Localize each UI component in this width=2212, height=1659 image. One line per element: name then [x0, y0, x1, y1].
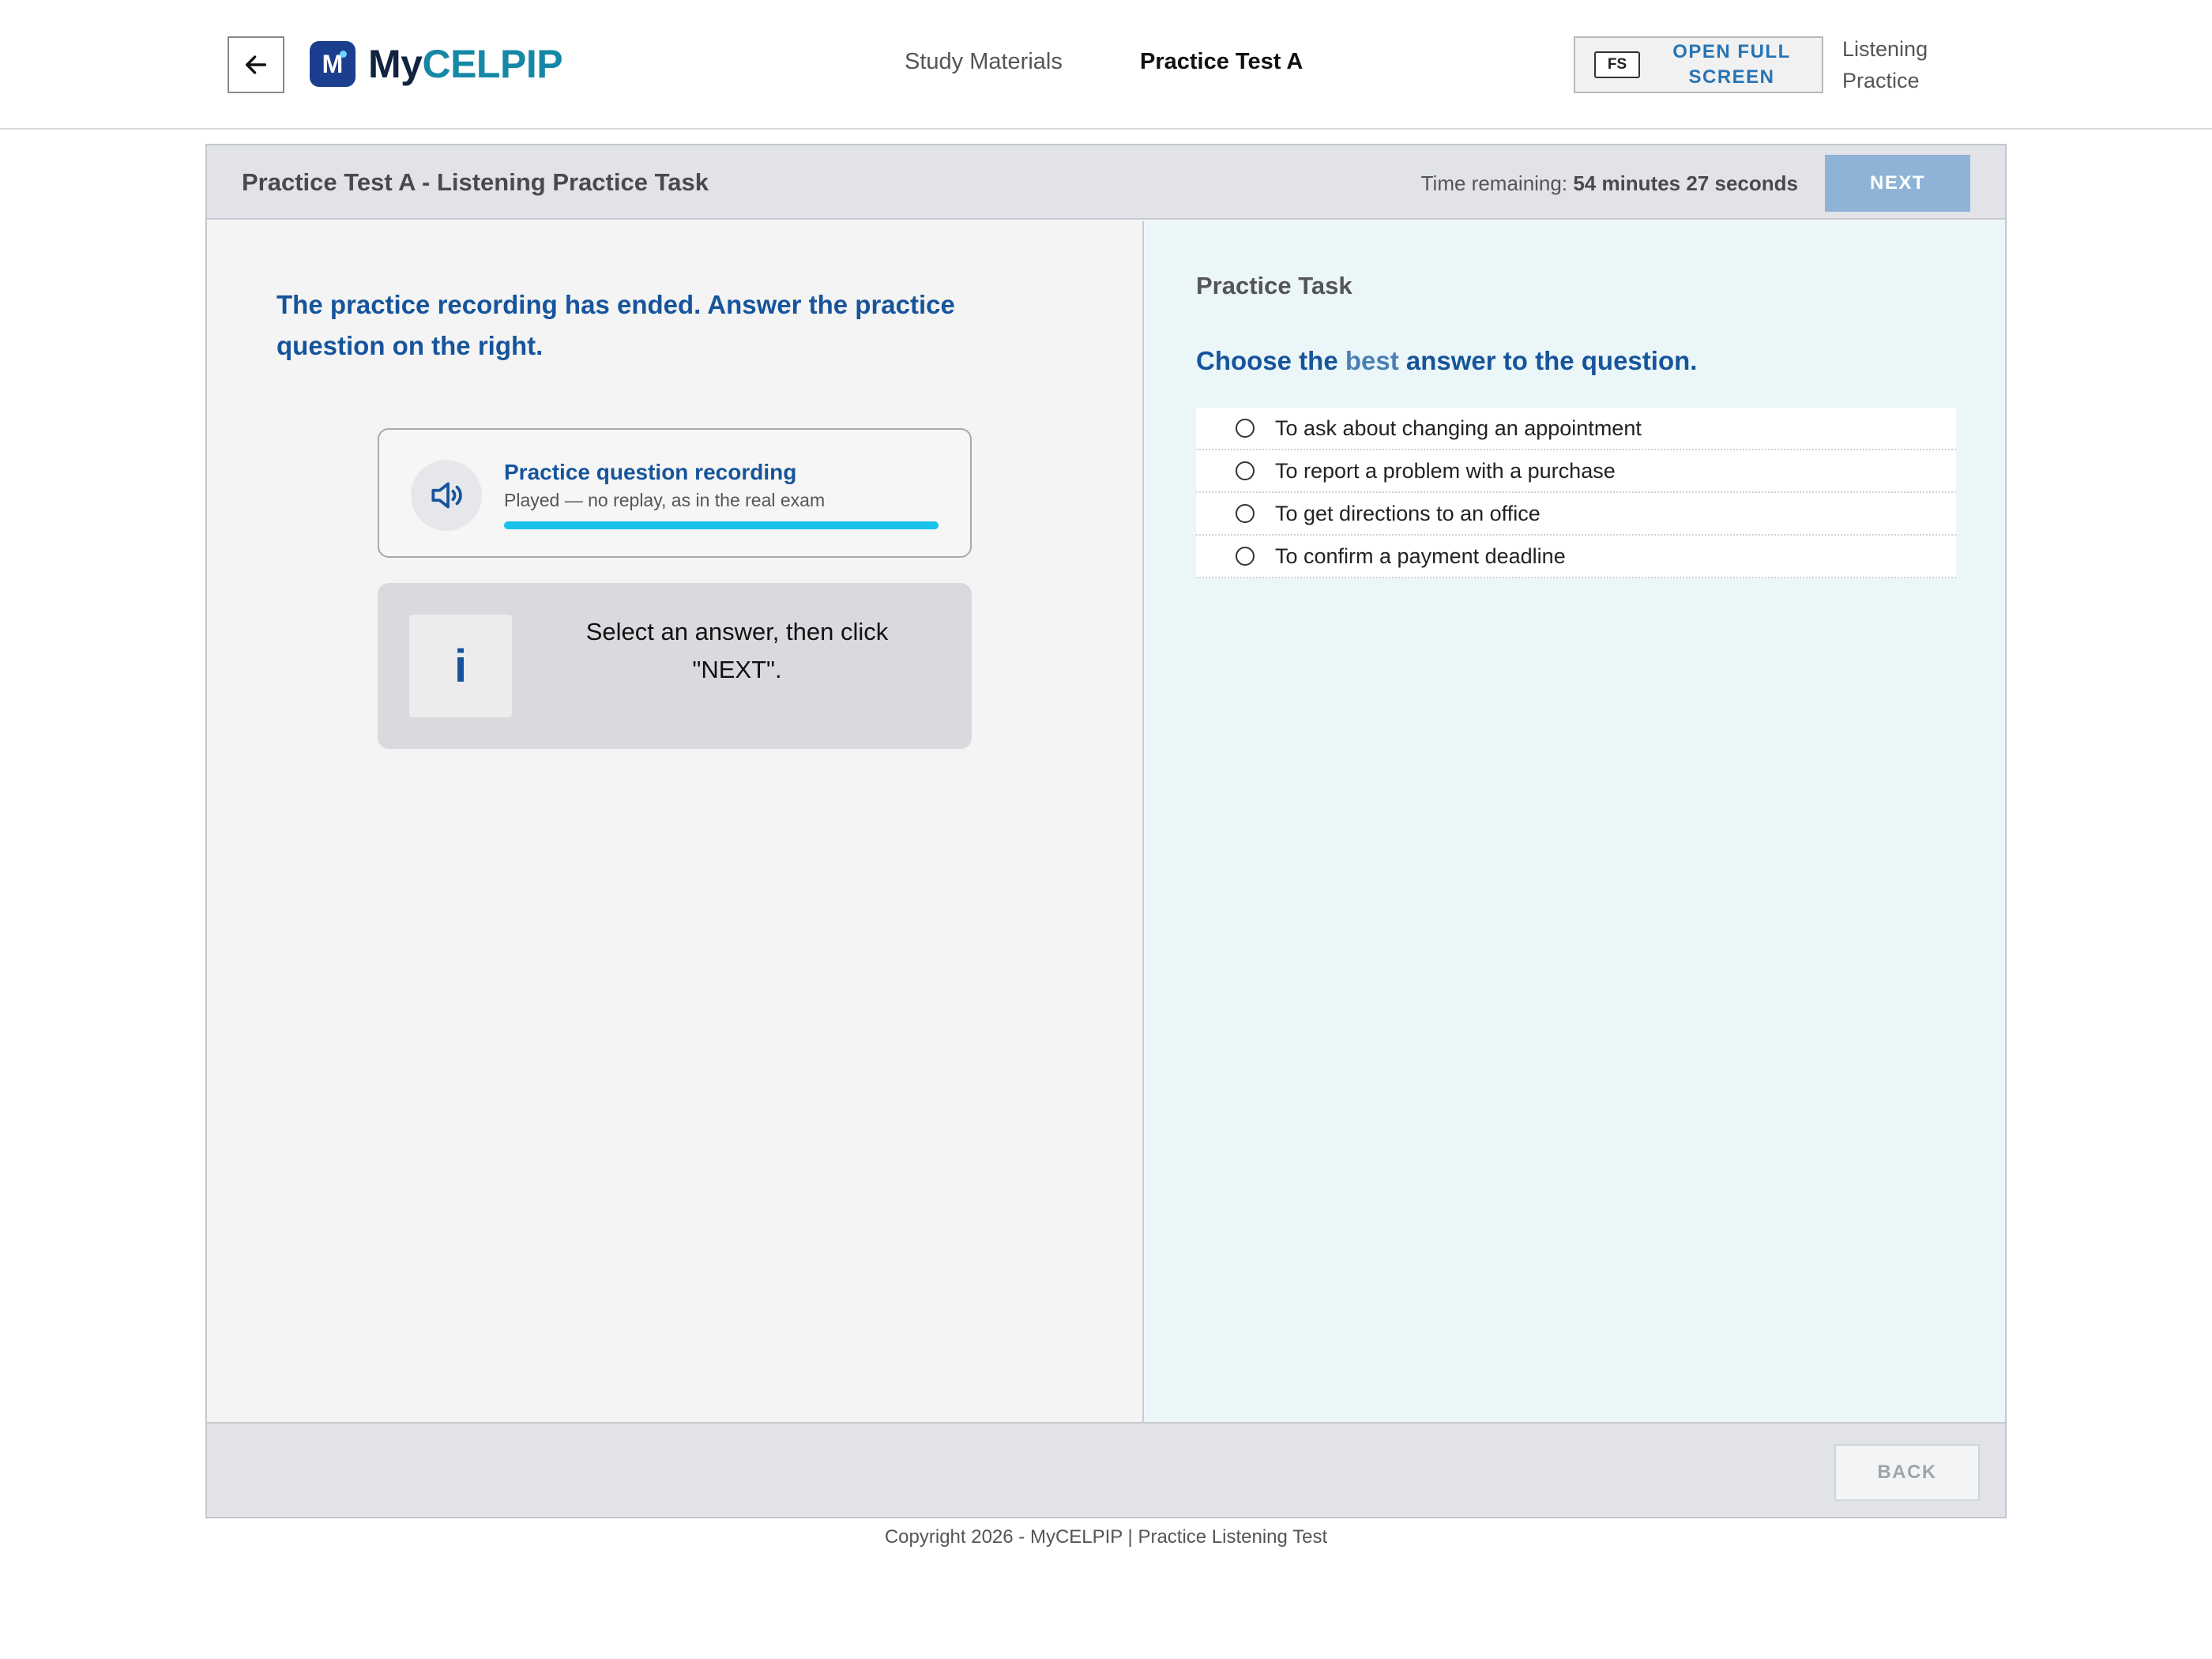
fullscreen-icon: FS	[1594, 51, 1640, 78]
nav-practice-test-a[interactable]: Practice Test A	[1140, 49, 1303, 75]
time-remaining: Time remaining: 54 minutes 27 seconds	[1421, 171, 1798, 196]
task-label: Practice Task	[1196, 272, 1352, 299]
answer-option-label: To ask about changing an appointment	[1275, 416, 1642, 440]
radio-button[interactable]	[1236, 419, 1255, 438]
answer-option-1[interactable]: To ask about changing an appointment	[1196, 408, 1956, 450]
speaker-icon	[411, 460, 482, 531]
test-footer: BACK	[207, 1422, 2005, 1517]
logo-text: MyCELPIP	[368, 41, 563, 87]
copyright-text: Copyright 2026 - MyCELPIP | Practice Lis…	[884, 1526, 1328, 1548]
player-subtitle: Played — no replay, as in the real exam	[504, 490, 826, 510]
right-pane: Practice Task Choose the best answer to …	[1146, 221, 2005, 1422]
nav-study-materials[interactable]: Study Materials	[905, 49, 1063, 75]
answer-option-label: To get directions to an office	[1275, 501, 1540, 525]
test-title: Practice Test A - Listening Practice Tas…	[242, 168, 709, 196]
player-title: Practice question recording	[504, 460, 797, 484]
mycelpip-logo[interactable]: M MyCELPIP	[310, 41, 563, 87]
audio-progress-fill	[504, 521, 939, 529]
test-frame: Practice Test A - Listening Practice Tas…	[205, 144, 2007, 1518]
logo-mark-dot	[340, 51, 347, 58]
question-highlight: best	[1345, 346, 1399, 375]
mode-label: Listening Practice	[1842, 37, 1928, 92]
answer-option-label: To confirm a payment deadline	[1275, 544, 1566, 568]
audio-player: Practice question recording Played — no …	[378, 428, 972, 558]
info-box: i Select an answer, then click "NEXT".	[378, 583, 972, 749]
time-remaining-label: Time remaining:	[1420, 171, 1568, 195]
question-text: Choose the best answer to the question.	[1196, 346, 1697, 376]
answer-option-label: To report a problem with a purchase	[1275, 458, 1616, 483]
top-bar: M MyCELPIP Study Materials Practice Test…	[0, 0, 2212, 130]
logo-mark: M	[310, 41, 356, 87]
next-button[interactable]: NEXT	[1825, 155, 1970, 212]
question-text-pre: Choose the	[1196, 346, 1345, 375]
back-button[interactable]: BACK	[1834, 1444, 1980, 1501]
test-header: Practice Test A - Listening Practice Tas…	[207, 145, 2005, 220]
speaker-icon-svg	[431, 482, 462, 509]
answer-option-3[interactable]: To get directions to an office	[1196, 493, 1956, 536]
left-pane: The practice recording has ended. Answer…	[207, 221, 1144, 1422]
question-text-post: answer to the question.	[1398, 346, 1698, 375]
answer-option-2[interactable]: To report a problem with a purchase	[1196, 450, 1956, 493]
answer-options: To ask about changing an appointment To …	[1196, 408, 1956, 578]
info-text: Select an answer, then click "NEXT".	[585, 618, 889, 683]
instruction-text: The practice recording has ended. Answer…	[276, 290, 955, 360]
back-arrow-button[interactable]	[228, 36, 284, 93]
info-icon: i	[409, 615, 512, 717]
open-full-screen-button[interactable]: FS OPEN FULL SCREEN	[1574, 36, 1823, 93]
radio-button[interactable]	[1236, 547, 1255, 566]
logo-text-my: My	[368, 42, 423, 86]
arrow-left-icon	[245, 55, 267, 74]
radio-button[interactable]	[1236, 461, 1255, 480]
time-remaining-value: 54 minutes 27 seconds	[1573, 171, 1798, 195]
audio-progress-track	[504, 521, 939, 529]
open-full-screen-label: OPEN FULL SCREEN	[1672, 41, 1791, 88]
answer-option-4[interactable]: To confirm a payment deadline	[1196, 536, 1956, 578]
logo-text-brand: CELPIP	[422, 42, 563, 86]
radio-button[interactable]	[1236, 504, 1255, 523]
